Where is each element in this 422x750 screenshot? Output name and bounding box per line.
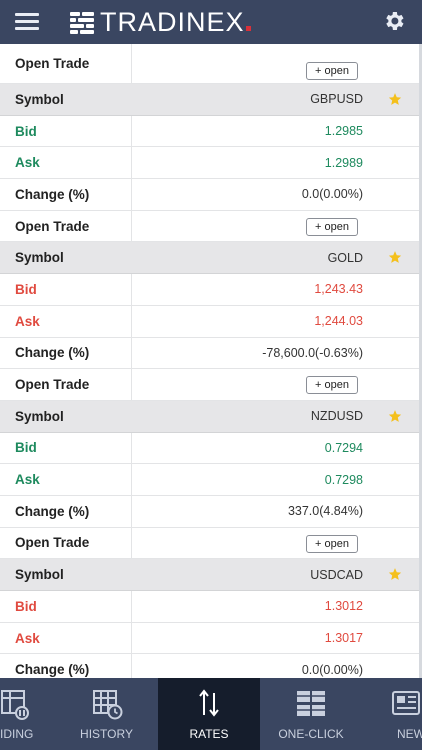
symbol-row[interactable]: Symbol NZDUSD	[0, 400, 419, 433]
symbol-label: Symbol	[15, 250, 64, 266]
open-trade-label: Open Trade	[0, 527, 132, 559]
star-icon[interactable]	[388, 409, 402, 423]
symbol-value: NZDUSD	[310, 409, 363, 424]
bid-row: Bid 1,243.43	[0, 274, 419, 306]
open-trade-row: Open Trade + open	[0, 369, 419, 401]
news-icon	[392, 691, 420, 715]
tab-rates[interactable]: RATES	[158, 678, 260, 750]
change-row: Change (%) 0.0(0.00%)	[0, 179, 419, 211]
change-value: 0.0(0.00%)	[301, 187, 363, 202]
ask-value: 1,244.03	[314, 314, 363, 329]
app-header: TRADINEX	[0, 0, 422, 44]
brand-name: TRADINEX	[100, 6, 245, 37]
symbol-value: GBPUSD	[310, 92, 363, 107]
change-label: Change (%)	[0, 337, 132, 369]
change-label: Change (%)	[0, 495, 132, 527]
change-label: Change (%)	[0, 654, 132, 678]
bid-row: Bid 0.7294	[0, 432, 419, 465]
open-trade-button[interactable]: + open	[306, 376, 358, 395]
change-value: -78,600.0(-0.63%)	[262, 345, 363, 360]
bid-value: 1.2985	[324, 124, 363, 139]
ask-label: Ask	[0, 464, 132, 495]
bottom-tab-bar: IDING HISTORY RATES ONE-CLICK NEW	[0, 678, 422, 750]
rates-list[interactable]: Open Trade + open Symbol GBPUSD Bid 1.29…	[0, 44, 422, 678]
brand-mark-icon	[70, 10, 94, 34]
symbol-row[interactable]: Symbol GBPUSD	[0, 84, 419, 116]
open-trade-label: Open Trade	[0, 44, 132, 83]
change-row: Change (%) 337.0(4.84%)	[0, 495, 419, 528]
bid-label: Bid	[0, 274, 132, 305]
ask-label: Ask	[0, 147, 132, 179]
bid-value: 1,243.43	[314, 282, 363, 297]
brand-logo: TRADINEX	[70, 4, 251, 40]
star-icon[interactable]	[388, 92, 402, 106]
tab-label: NEW	[397, 727, 422, 741]
ask-row: Ask 1.3017	[0, 622, 419, 655]
one-click-icon	[297, 691, 325, 716]
change-value: 0.0(0.00%)	[301, 662, 363, 677]
tab-label: RATES	[189, 727, 229, 741]
ask-value: 1.3017	[324, 631, 363, 646]
tab-pending[interactable]: IDING	[0, 678, 55, 750]
open-trade-row: Open Trade + open	[0, 44, 419, 84]
symbol-value: USDCAD	[310, 567, 363, 582]
bid-value: 0.7294	[324, 440, 363, 455]
open-trade-row: Open Trade + open	[0, 527, 419, 560]
ask-value: 1.2989	[324, 155, 363, 170]
ask-label: Ask	[0, 622, 132, 654]
ask-row: Ask 0.7298	[0, 464, 419, 496]
tab-history[interactable]: HISTORY	[55, 678, 158, 750]
change-label: Change (%)	[0, 179, 132, 210]
rates-icon	[199, 689, 219, 717]
change-row: Change (%) -78,600.0(-0.63%)	[0, 337, 419, 370]
tab-one-click[interactable]: ONE-CLICK	[260, 678, 362, 750]
tab-label: HISTORY	[80, 727, 133, 741]
open-trade-row: Open Trade + open	[0, 210, 419, 243]
ask-row: Ask 1,244.03	[0, 305, 419, 338]
open-trade-button[interactable]: + open	[306, 217, 358, 236]
ask-label: Ask	[0, 305, 132, 337]
open-trade-button[interactable]: + open	[306, 62, 358, 80]
change-value: 337.0(4.84%)	[287, 504, 363, 519]
star-icon[interactable]	[388, 250, 402, 264]
star-icon[interactable]	[388, 567, 402, 581]
bid-row: Bid 1.3012	[0, 591, 419, 623]
bid-value: 1.3012	[324, 599, 363, 614]
symbol-row[interactable]: Symbol USDCAD	[0, 559, 419, 591]
tab-label: ONE-CLICK	[278, 727, 344, 741]
ask-row: Ask 1.2989	[0, 147, 419, 180]
open-trade-label: Open Trade	[0, 369, 132, 400]
open-trade-label: Open Trade	[0, 210, 132, 242]
ask-value: 0.7298	[324, 472, 363, 487]
brand-dot	[245, 26, 251, 31]
tab-label: IDING	[0, 727, 34, 741]
bid-label: Bid	[0, 432, 132, 464]
history-icon	[92, 690, 122, 720]
symbol-row[interactable]: Symbol GOLD	[0, 242, 419, 275]
symbol-label: Symbol	[15, 567, 64, 583]
hamburger-menu-icon[interactable]	[12, 10, 42, 34]
gear-icon[interactable]	[382, 9, 406, 33]
pending-orders-icon	[0, 690, 29, 720]
change-row: Change (%) 0.0(0.00%)	[0, 654, 419, 678]
bid-label: Bid	[0, 591, 132, 622]
bid-label: Bid	[0, 115, 132, 147]
symbol-label: Symbol	[15, 408, 64, 424]
symbol-label: Symbol	[15, 91, 64, 107]
tab-news[interactable]: NEW	[362, 678, 422, 750]
bid-row: Bid 1.2985	[0, 115, 419, 148]
open-trade-button[interactable]: + open	[306, 534, 358, 553]
symbol-value: GOLD	[327, 250, 363, 265]
